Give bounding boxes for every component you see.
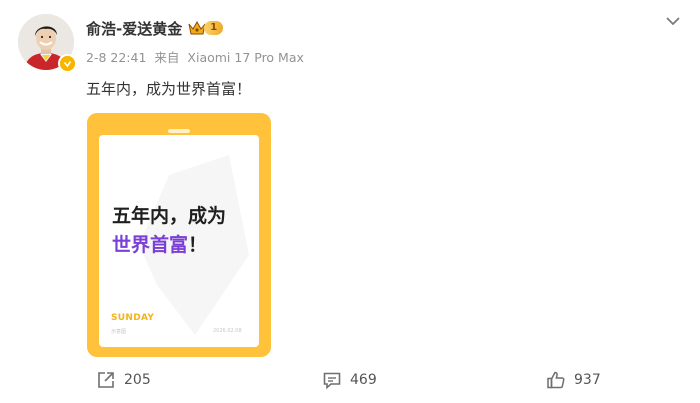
card-exclamation: ！	[188, 234, 208, 256]
thumbs-up-icon	[547, 371, 565, 389]
card-brand: SUNDAY	[111, 313, 155, 323]
name-row: 俞浩-爱送黄金 1	[86, 17, 224, 39]
post-text: 五年内，成为世界首富！	[86, 80, 252, 98]
card-inner: 五年内，成为 世界首富！ SUNDAY 示意图 2026.02.08	[99, 135, 259, 347]
like-button[interactable]: 937	[546, 368, 601, 392]
repost-button[interactable]: 205	[96, 368, 151, 392]
vip-badge[interactable]: 1	[188, 20, 224, 36]
post-date[interactable]: 2-8 22:41	[86, 50, 146, 65]
card-date: 2026.02.08	[213, 328, 242, 334]
vip-level: 1	[204, 21, 224, 35]
more-options-button[interactable]	[664, 14, 682, 28]
source-prefix: 来自	[154, 50, 180, 65]
card-highlight: 世界首富	[112, 234, 189, 256]
verified-icon	[60, 56, 75, 71]
verified-badge	[58, 54, 77, 73]
repost-count: 205	[124, 372, 151, 388]
post-image[interactable]: 五年内，成为 世界首富！ SUNDAY 示意图 2026.02.08	[87, 113, 271, 357]
source-device: Xiaomi 17 Pro Max	[187, 50, 304, 65]
card-headline-1: 五年内，成为	[112, 205, 227, 227]
comment-count: 469	[350, 372, 377, 388]
card-headline-2: 世界首富！	[112, 230, 207, 257]
comment-icon	[323, 372, 341, 390]
share-icon	[98, 372, 114, 388]
like-count: 937	[574, 372, 601, 388]
card-slot	[168, 129, 190, 133]
comment-button[interactable]: 469	[322, 368, 377, 392]
weibo-post: 俞浩-爱送黄金 1 2-8 22:41 来自 Xiaomi 17 Pro Max…	[0, 0, 700, 403]
chevron-down-icon	[666, 17, 680, 26]
card-subtitle: 示意图	[111, 329, 127, 335]
post-meta: 2-8 22:41 来自 Xiaomi 17 Pro Max	[86, 47, 308, 66]
username[interactable]: 俞浩-爱送黄金	[86, 18, 182, 39]
action-bar: 205 469 937	[0, 368, 700, 392]
